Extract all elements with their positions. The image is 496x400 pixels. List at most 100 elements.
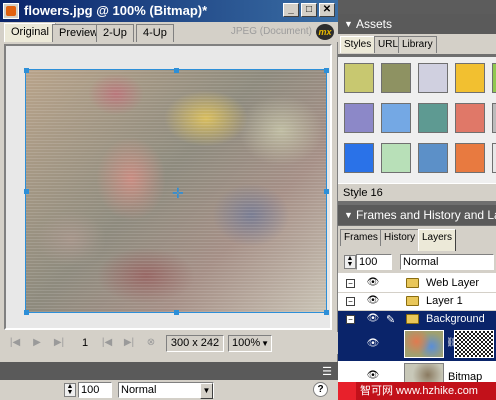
assets-panel-header[interactable]: ▼ Assets (338, 14, 496, 34)
selection-handle-right[interactable] (324, 189, 329, 194)
mask-thumbnail (454, 330, 494, 358)
document-icon (3, 3, 19, 19)
style-swatch[interactable] (455, 63, 485, 93)
tab-styles[interactable]: Styles (340, 36, 376, 53)
opacity-control: ▲ ▼ 100 (64, 382, 112, 398)
expand-icon[interactable]: − (346, 297, 355, 306)
property-inspector-header: ☰ (0, 362, 338, 380)
options-menu-icon[interactable]: ☰ (322, 365, 332, 378)
eye-icon[interactable]: 👁 (366, 339, 380, 349)
tab-original[interactable]: Original (4, 23, 56, 42)
view-tabs: Original Preview 2-Up 4-Up JPEG (Documen… (0, 22, 338, 42)
folder-icon (406, 296, 419, 306)
eye-icon[interactable]: 👁 (366, 278, 380, 288)
layer-name: Layer 1 (426, 295, 463, 307)
center-point-icon[interactable]: ✛ (172, 186, 184, 200)
fireworks-logo-icon: mx (316, 24, 334, 40)
style-swatch[interactable] (492, 103, 496, 133)
style-name: Style 16 (343, 187, 383, 199)
style-swatch[interactable] (381, 103, 411, 133)
style-swatch[interactable] (455, 143, 485, 173)
assets-panel-title: Assets (356, 17, 393, 31)
document-titlebar[interactable]: flowers.jpg @ 100% (Bitmap)* _ □ ✕ (0, 0, 338, 22)
blend-mode-value: Normal (121, 384, 157, 396)
chevron-down-icon: ▼ (200, 383, 213, 399)
eye-icon[interactable]: 👁 (366, 296, 380, 306)
style-swatch[interactable] (455, 103, 485, 133)
layer-name: Background (426, 313, 485, 325)
collapse-triangle-icon[interactable]: ▼ (344, 19, 353, 29)
document-title: flowers.jpg @ 100% (Bitmap)* (24, 3, 208, 18)
tab-4-up[interactable]: 4-Up (136, 24, 174, 42)
zoom-select[interactable]: 100% ▼ (228, 335, 272, 352)
layers-panel-title: Frames and History and La (356, 208, 496, 222)
style-swatch[interactable] (344, 103, 374, 133)
watermark-text: 智可网 www.hzhike.com (356, 382, 496, 400)
selection-handle-left[interactable] (24, 189, 29, 194)
opacity-stepper[interactable]: ▲ ▼ (64, 383, 76, 397)
selection-handle-bottom-right[interactable] (324, 310, 329, 315)
collapse-triangle-icon[interactable]: ▼ (344, 210, 353, 220)
tab-2-up[interactable]: 2-Up (96, 24, 134, 42)
expand-icon[interactable]: − (346, 315, 355, 324)
prev-frame-icon[interactable]: |◀ (100, 336, 114, 350)
close-button[interactable]: ✕ (319, 3, 335, 17)
frame-controls-bar: |◀ ▶ ▶| 1 |◀ ▶| ⊗ 300 x 242 100% ▼ (0, 332, 338, 354)
property-inspector: ▲ ▼ 100 Normal ▼ ? (0, 380, 338, 400)
first-frame-icon[interactable]: |◀ (8, 336, 22, 350)
canvas-area[interactable]: ✛ (4, 44, 332, 330)
panel-dock-top (338, 0, 496, 14)
minimize-button[interactable]: _ (283, 3, 299, 17)
layer-opacity-field[interactable]: 100 (356, 254, 392, 270)
selection-handle-bottom-left[interactable] (24, 310, 29, 315)
style-swatch[interactable] (418, 63, 448, 93)
style-swatch[interactable] (492, 143, 496, 173)
last-frame-icon[interactable]: ▶| (52, 336, 66, 350)
window-controls: _ □ ✕ (283, 3, 335, 17)
folder-icon (406, 278, 419, 288)
layer-controls: ▲ ▼ 100 Normal (338, 251, 496, 273)
style-swatch[interactable] (418, 103, 448, 133)
folder-icon (406, 314, 419, 324)
next-frame-icon[interactable]: ▶| (122, 336, 136, 350)
stop-icon[interactable]: ⊗ (144, 336, 158, 350)
style-swatch[interactable] (492, 63, 496, 93)
play-icon[interactable]: ▶ (30, 336, 44, 350)
style-swatch[interactable] (344, 143, 374, 173)
tab-frames[interactable]: Frames (340, 229, 382, 246)
eye-icon[interactable]: 👁 (366, 314, 380, 324)
eye-icon[interactable]: 👁 (366, 371, 380, 381)
tab-layers[interactable]: Layers (418, 229, 457, 251)
style-swatch[interactable] (381, 63, 411, 93)
style-swatch[interactable] (381, 143, 411, 173)
watermark-logo (338, 382, 356, 400)
tab-library[interactable]: Library (398, 36, 437, 53)
layer-row-web-layer[interactable]: − 👁 Web Layer (338, 275, 496, 293)
frame-number: 1 (82, 337, 89, 349)
blend-mode-select[interactable]: Normal ▼ (118, 382, 214, 399)
layer-blend-select[interactable]: Normal (400, 254, 494, 270)
tab-history[interactable]: History (380, 229, 420, 246)
maximize-button[interactable]: □ (301, 3, 317, 17)
layer-opacity-stepper[interactable]: ▲ ▼ (344, 255, 356, 269)
selection-handle-bottom[interactable] (174, 310, 179, 315)
frames-history-layers-header[interactable]: ▼ Frames and History and La (338, 205, 496, 225)
selection-handle-top-left[interactable] (24, 68, 29, 73)
document-window: flowers.jpg @ 100% (Bitmap)* _ □ ✕ Origi… (0, 0, 338, 362)
style-swatch-grid (338, 57, 496, 183)
app-root: flowers.jpg @ 100% (Bitmap)* _ □ ✕ Origi… (0, 0, 496, 400)
style-swatch[interactable] (418, 143, 448, 173)
image-size[interactable]: 300 x 242 (166, 335, 224, 352)
help-button[interactable]: ? (313, 382, 328, 397)
layer-blend-value: Normal (403, 256, 439, 268)
layers-panel-tabs: Frames History Layers (338, 226, 496, 251)
selection-handle-top[interactable] (174, 68, 179, 73)
selection-handle-top-right[interactable] (324, 68, 329, 73)
layer-row-layer-1[interactable]: − 👁 Layer 1 (338, 293, 496, 311)
expand-icon[interactable]: − (346, 279, 355, 288)
style-swatch[interactable] (344, 63, 374, 93)
selected-object-row[interactable]: 👁 ⛓ (338, 327, 496, 361)
pencil-icon: ✎ (386, 314, 396, 326)
chevron-down-icon: ▼ (261, 339, 269, 348)
opacity-field[interactable]: 100 (78, 382, 112, 398)
